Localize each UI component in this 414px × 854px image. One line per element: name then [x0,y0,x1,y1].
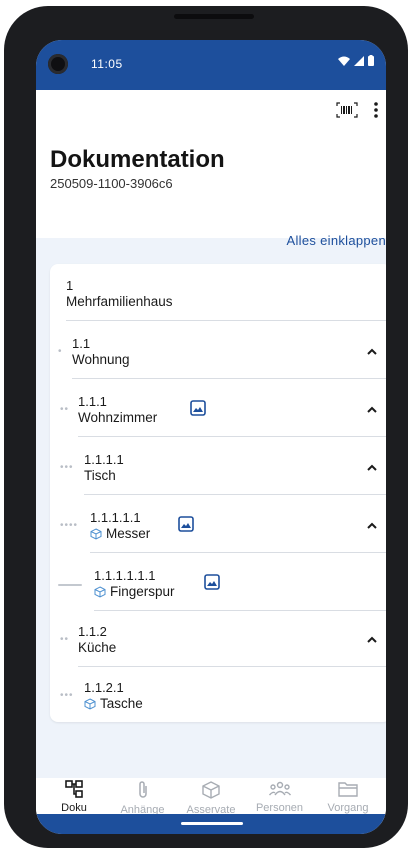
page-title: Dokumentation [50,146,225,173]
system-nav-bar [36,814,386,834]
chevron-up-icon[interactable] [365,461,379,475]
header-actions [336,102,378,118]
folder-icon [338,782,358,797]
tree-item-name: Wohnung [72,352,130,367]
case-number: 250509-1100-3906c6 [50,176,173,191]
tree-item-number: 1.1.2.1 [84,680,124,695]
tree-item-name: Mehrfamilienhaus [66,294,173,309]
chevron-up-icon[interactable] [365,519,379,533]
image-icon[interactable] [204,574,220,590]
tree-row[interactable]: ••• 1.1.1.1 Tisch [50,448,386,488]
collapse-all-button[interactable]: Alles einklappen [287,233,386,248]
indent-dots: ••• [60,462,74,473]
tree-item-number: 1.1.1.1.1.1 [94,568,156,583]
wifi-icon [338,56,350,66]
row-divider [72,378,386,379]
image-icon[interactable] [178,516,194,532]
tree-item-name: Küche [78,640,117,655]
row-divider [78,436,386,437]
evidence-box-icon [84,698,96,710]
indent-dots: •• [60,634,70,645]
barcode-scan-icon[interactable] [336,102,358,118]
row-divider [66,320,386,321]
tree-item-number: 1 [66,278,74,293]
tree-item-name: Tasche [100,696,143,711]
row-divider [84,494,386,495]
row-divider [78,666,386,667]
tree-item-number: 1.1.1.1 [84,452,124,467]
tree-row[interactable]: • 1.1 Wohnung [50,332,386,372]
app-header: Dokumentation 250509-1100-3906c6 [36,90,386,238]
box-icon [202,781,220,799]
chevron-up-icon[interactable] [365,403,379,417]
tree-icon [65,780,83,798]
chevron-up-icon[interactable] [365,345,379,359]
tree-item-name: Messer [106,526,151,541]
drag-handle[interactable] [58,584,82,586]
tree-item-number: 1.1 [72,336,91,351]
signal-icon [354,55,364,66]
documentation-tree: 1 Mehrfamilienhaus • 1.1 Wohnung •• 1.1.… [50,264,386,722]
image-icon[interactable] [190,400,206,416]
chevron-up-icon[interactable] [365,633,379,647]
evidence-box-icon [94,586,106,598]
nav-label: Vorgang [327,802,369,814]
home-indicator[interactable] [181,822,243,825]
indent-dots: • [58,346,63,357]
tree-row[interactable]: ••• 1.1.2.1 Tasche [50,676,386,716]
tree-item-name: Tisch [84,468,116,483]
tree-row[interactable]: •••• 1.1.1.1.1 Messer [50,506,386,546]
tree-item-number: 1.1.1.1.1 [90,510,141,525]
indent-dots: •• [60,404,70,415]
tree-row[interactable]: •• 1.1.2 Küche [50,620,386,660]
app-screen: 11:05 Dokumentation 250509-1100-3906c6 A… [36,40,386,834]
people-icon [268,781,291,796]
status-icons [338,55,374,66]
tree-row[interactable]: 1 Mehrfamilienhaus [50,274,386,314]
tree-item-number: 1.1.1 [78,394,107,409]
camera-cutout [48,54,68,74]
tree-row[interactable]: 1.1.1.1.1.1 Fingerspur [50,564,386,604]
tree-row[interactable]: •• 1.1.1 Wohnzimmer [50,390,386,430]
evidence-box-icon [90,528,102,540]
status-bar: 11:05 [36,40,386,90]
battery-icon [368,55,374,66]
phone-speaker [174,14,254,19]
nav-label: Personen [255,802,304,814]
row-divider [90,552,386,553]
phone-frame: 11:05 Dokumentation 250509-1100-3906c6 A… [4,6,408,848]
indent-dots: ••• [60,690,74,701]
tree-item-name: Wohnzimmer [78,410,158,425]
tree-item-number: 1.1.2 [78,624,107,639]
paperclip-icon [138,781,147,798]
more-vert-icon[interactable] [374,102,378,118]
status-time: 11:05 [91,57,123,71]
indent-dots: •••• [60,520,79,531]
tree-item-name: Fingerspur [110,584,175,599]
nav-label: Doku [61,802,87,814]
row-divider [94,610,386,611]
